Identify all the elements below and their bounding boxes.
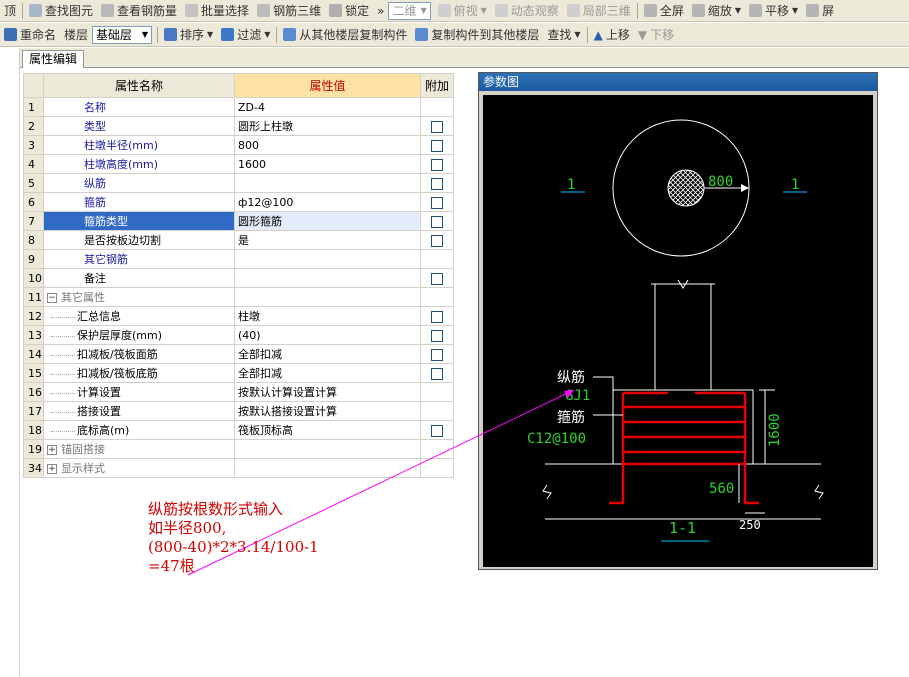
- annotation-note: 纵筋按根数形式输入 如半径800, (800-40)*2*3.14/100-1 …: [148, 500, 319, 576]
- annotation-line: =47根: [148, 557, 195, 575]
- annotation-arrow-svg: [187, 389, 575, 576]
- annotation-line: (800-40)*2*3.14/100-1: [148, 538, 319, 556]
- annotation-line: 纵筋按根数形式输入: [148, 500, 284, 518]
- annotation-line: 如半径800,: [148, 519, 227, 537]
